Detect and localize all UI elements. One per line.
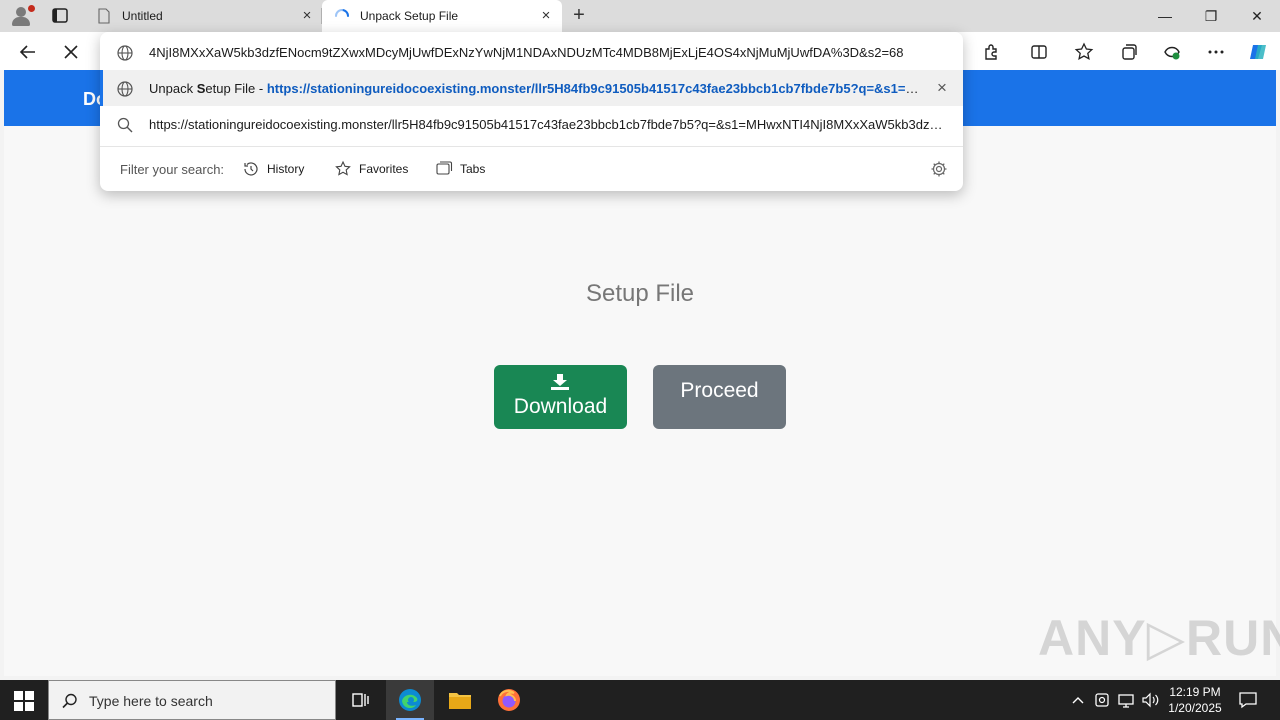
- anyrun-watermark: ANY▷RUN: [1038, 610, 1280, 666]
- suggestion-separator: -: [255, 81, 267, 96]
- filter-label: Filter your search:: [120, 162, 225, 177]
- address-input-text: 4NjI8MXxXaW5kb3dzfENocm9tZXwxMDcyMjUwfDE…: [149, 45, 904, 60]
- proceed-button[interactable]: Proceed: [653, 365, 786, 429]
- clock-time: 12:19 PM: [1169, 685, 1221, 699]
- taskbar-search-placeholder: Type here to search: [89, 693, 213, 709]
- tab-title: Untitled: [122, 9, 163, 23]
- new-tab-button[interactable]: +: [569, 5, 589, 26]
- system-clock[interactable]: 12:19 PM 1/20/2025: [1164, 684, 1226, 716]
- taskbar-edge-button[interactable]: [386, 680, 434, 720]
- filter-history-label: History: [267, 162, 305, 176]
- windows-taskbar: Type here to search 12:19 PM 1/20/2025: [0, 680, 1280, 720]
- meet-now-icon[interactable]: [1092, 690, 1112, 710]
- more-options-icon[interactable]: [1205, 41, 1227, 63]
- task-view-icon: [352, 693, 369, 707]
- browser-essentials-icon[interactable]: [1161, 41, 1183, 63]
- download-button[interactable]: Download: [494, 365, 627, 429]
- clock-date: 1/20/2025: [1168, 701, 1222, 715]
- favorites-star-icon[interactable]: [1073, 41, 1095, 63]
- history-icon: [244, 162, 258, 176]
- address-bar-dropdown: 4NjI8MXxXaW5kb3dzfENocm9tZXwxMDcyMjUwfDE…: [100, 32, 963, 191]
- page-icon: [98, 8, 110, 24]
- search-suggestion-row[interactable]: https://stationingureidocoexisting.monst…: [100, 106, 963, 142]
- split-screen-icon[interactable]: [1028, 41, 1050, 63]
- volume-icon[interactable]: [1140, 690, 1160, 710]
- edge-browser-icon: [399, 689, 421, 711]
- suggestion-url: https://stationingureidocoexisting.monst…: [266, 81, 924, 96]
- stop-loading-icon[interactable]: [60, 41, 82, 63]
- windows-start-icon[interactable]: [14, 691, 34, 711]
- tab-close-icon[interactable]: ×: [299, 8, 315, 24]
- minimize-button[interactable]: —: [1150, 4, 1180, 28]
- download-label: Download: [513, 395, 608, 418]
- taskbar-search-box[interactable]: Type here to search: [48, 680, 336, 720]
- globe-icon: [117, 81, 133, 97]
- taskbar-firefox-button[interactable]: [485, 680, 533, 720]
- taskbar-file-explorer-button[interactable]: [436, 680, 484, 720]
- suggestion-text: Unpack Setup File - https://stationingur…: [149, 81, 924, 96]
- task-view-button[interactable]: [336, 680, 384, 720]
- suggestion-title-rest: etup File: [205, 81, 256, 96]
- notification-center-icon[interactable]: [1238, 690, 1258, 710]
- window-close-button[interactable]: ✕: [1242, 4, 1272, 28]
- filter-tabs-label: Tabs: [460, 162, 486, 176]
- tab-actions-icon[interactable]: [46, 6, 74, 26]
- star-icon: [335, 160, 351, 176]
- download-icon: [551, 374, 569, 390]
- network-icon[interactable]: [1116, 690, 1136, 710]
- remove-suggestion-icon[interactable]: ×: [933, 79, 951, 97]
- filter-favorites-label: Favorites: [359, 162, 409, 176]
- collections-icon[interactable]: [1117, 41, 1139, 63]
- extensions-icon[interactable]: [980, 41, 1002, 63]
- tab-title: Unpack Setup File: [360, 9, 459, 23]
- tab-unpack-setup-file[interactable]: Unpack Setup File ×: [322, 0, 562, 32]
- globe-icon: [117, 45, 133, 61]
- tabs-icon: [436, 161, 453, 175]
- firefox-icon: [498, 689, 520, 711]
- tab-close-icon[interactable]: ×: [538, 8, 554, 24]
- suggestion-row[interactable]: Unpack Setup File - https://stationingur…: [100, 70, 963, 106]
- address-input[interactable]: 4NjI8MXxXaW5kb3dzfENocm9tZXwxMDcyMjUwfDE…: [100, 34, 963, 70]
- restore-button[interactable]: ❐: [1196, 4, 1226, 28]
- copilot-icon[interactable]: [1247, 41, 1269, 63]
- suggestion-title-prefix: Unpack: [149, 81, 197, 96]
- search-icon: [62, 693, 77, 709]
- search-suggestion-text: https://stationingureidocoexisting.monst…: [149, 117, 943, 132]
- search-icon: [117, 117, 133, 133]
- back-arrow-icon[interactable]: [17, 41, 39, 63]
- profile-avatar-icon[interactable]: [8, 4, 36, 28]
- loading-spinner-icon: [335, 9, 349, 17]
- settings-gear-icon[interactable]: [930, 160, 948, 178]
- tab-untitled[interactable]: Untitled ×: [84, 0, 321, 32]
- proceed-label: Proceed: [680, 379, 759, 402]
- dropdown-divider: [100, 146, 963, 147]
- page-title: Setup File: [585, 280, 695, 307]
- selection-indicator: [100, 70, 103, 106]
- tab-strip: Untitled × Unpack Setup File × + — ❐ ✕: [0, 0, 1280, 32]
- show-hidden-icons-chevron-icon[interactable]: [1068, 690, 1088, 710]
- folder-icon: [449, 693, 471, 709]
